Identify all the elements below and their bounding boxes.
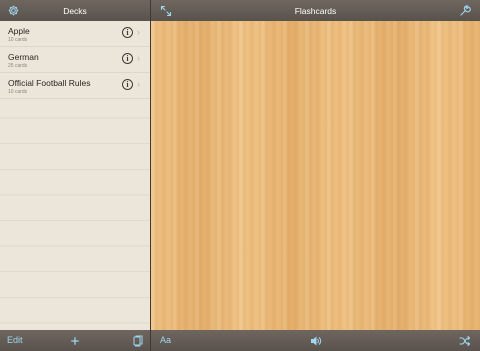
info-icon[interactable]: i: [122, 27, 133, 38]
deck-name: German: [8, 52, 39, 62]
wrench-icon[interactable]: [457, 3, 472, 18]
shuffle-icon[interactable]: [457, 333, 472, 348]
decks-toolbar: Decks: [0, 0, 150, 21]
edit-button[interactable]: Edit: [7, 335, 23, 345]
deck-list: Apple 10 cards i › German 25 cards i › O…: [0, 21, 150, 330]
flashcards-toolbar: Flashcards: [151, 0, 480, 21]
decks-bottom-toolbar: Edit: [0, 330, 150, 351]
deck-row[interactable]: German 25 cards i ›: [0, 47, 150, 73]
cards-icon[interactable]: [130, 333, 145, 348]
expand-arrows-icon[interactable]: [158, 3, 173, 18]
deck-name: Apple: [8, 26, 30, 36]
chevron-right-icon: ›: [137, 53, 140, 63]
info-icon[interactable]: i: [122, 79, 133, 90]
deck-card-count: 10 cards: [8, 89, 28, 95]
chevron-right-icon: ›: [137, 27, 140, 37]
deck-card-count: 25 cards: [8, 63, 28, 69]
chevron-right-icon: ›: [137, 79, 140, 89]
plus-icon[interactable]: [67, 333, 82, 348]
deck-row[interactable]: Apple 10 cards i ›: [0, 21, 150, 47]
deck-row[interactable]: Official Football Rules 10 cards i ›: [0, 73, 150, 99]
decks-title: Decks: [63, 5, 87, 16]
flashcard-table-area[interactable]: [151, 21, 480, 330]
gear-icon[interactable]: [6, 3, 21, 18]
deck-card-count: 10 cards: [8, 37, 28, 43]
speaker-icon[interactable]: [308, 333, 323, 348]
deck-name: Official Football Rules: [8, 78, 91, 88]
flashcards-title: Flashcards: [294, 5, 337, 16]
font-size-button[interactable]: Aa: [160, 335, 171, 345]
info-icon[interactable]: i: [122, 53, 133, 64]
flashcards-bottom-toolbar: Aa: [151, 330, 480, 351]
